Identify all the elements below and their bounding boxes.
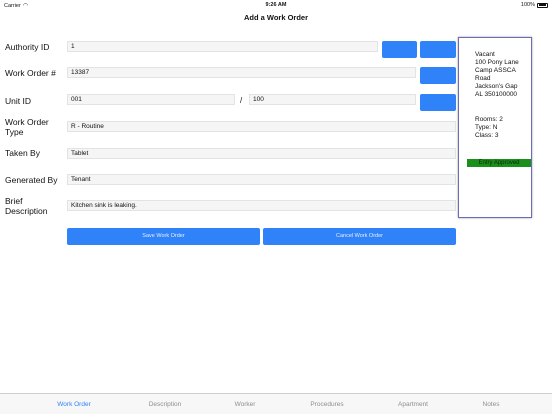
- tab-notes[interactable]: Notes: [456, 401, 526, 408]
- tab-worker[interactable]: Worker: [210, 401, 280, 408]
- work-order-number-field[interactable]: 13387: [67, 67, 416, 78]
- unit-id-field[interactable]: 001: [67, 94, 235, 105]
- rooms-text: Rooms: 2: [475, 116, 503, 123]
- tab-procedures[interactable]: Procedures: [292, 401, 362, 408]
- generated-by-field[interactable]: Tenant: [67, 174, 456, 185]
- page-title: Add a Work Order: [243, 13, 309, 22]
- authority-id-label: Authority ID: [5, 42, 50, 52]
- tab-bar: Work Order Description Worker Procedures…: [0, 393, 552, 414]
- address-line: AL 350100000: [475, 91, 518, 98]
- tab-apartment[interactable]: Apartment: [378, 401, 448, 408]
- class-text: Class: 3: [475, 132, 499, 139]
- unit-id-secondary-field[interactable]: 100: [249, 94, 416, 105]
- address-line: 100 Pony Lane: [475, 59, 519, 66]
- unit-id-separator: /: [240, 96, 243, 105]
- cancel-work-order-button[interactable]: Cancel Work Order: [263, 228, 456, 245]
- battery-icon: [537, 2, 548, 8]
- unit-status-text: Vacant: [475, 51, 495, 58]
- unit-info-panel: Vacant 100 Pony Lane Camp ASSCA Road Jac…: [458, 37, 532, 218]
- unit-id-label: Unit ID: [5, 96, 31, 106]
- battery-indicator: 100%: [521, 2, 548, 8]
- brief-description-label: Brief Description: [5, 196, 48, 216]
- work-order-type-label: Work Order Type: [5, 117, 49, 137]
- authority-lookup-button[interactable]: [382, 41, 417, 58]
- work-order-type-select[interactable]: R - Routine: [67, 121, 456, 132]
- address-line: Camp ASSCA: [475, 67, 516, 74]
- work-order-number-label: Work Order #: [5, 68, 56, 78]
- status-badge: Entry Approved: [467, 159, 531, 167]
- battery-percent: 100%: [520, 2, 535, 8]
- address-line: Jackson's Gap: [475, 83, 518, 90]
- type-text: Type: N: [475, 124, 498, 131]
- save-work-order-button[interactable]: Save Work Order: [67, 228, 260, 245]
- authority-id-field[interactable]: 1: [67, 41, 378, 52]
- authority-action-button[interactable]: [420, 41, 456, 58]
- tab-description[interactable]: Description: [130, 401, 200, 408]
- status-time: 9:26 AM: [265, 2, 287, 8]
- tab-work-order[interactable]: Work Order: [39, 401, 109, 408]
- taken-by-field[interactable]: Tablet: [67, 148, 456, 159]
- taken-by-label: Taken By: [5, 148, 40, 158]
- unit-lookup-button[interactable]: [420, 94, 456, 111]
- work-order-number-button[interactable]: [420, 67, 456, 84]
- status-bar: Carrier ◠ 9:26 AM 100%: [0, 0, 552, 10]
- brief-description-field[interactable]: Kitchen sink is leaking.: [67, 200, 456, 211]
- generated-by-label: Generated By: [5, 175, 58, 185]
- address-line: Road: [475, 75, 491, 82]
